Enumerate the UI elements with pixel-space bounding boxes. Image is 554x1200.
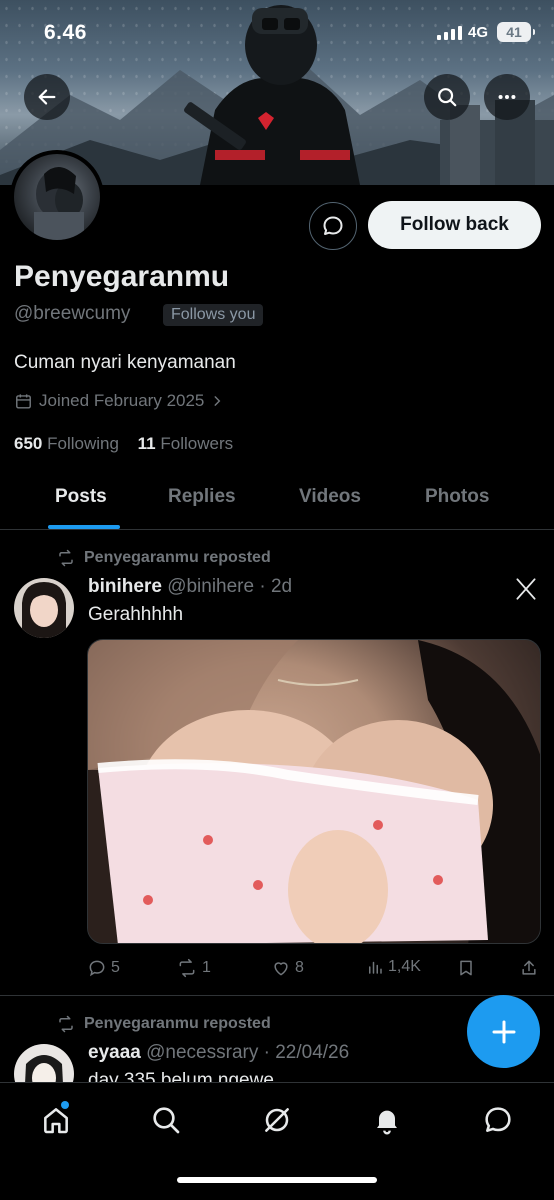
followers-label: Followers <box>160 434 234 453</box>
media-photo <box>88 640 540 943</box>
reply-button[interactable]: 5 <box>87 958 120 978</box>
tab-videos[interactable]: Videos <box>299 486 361 508</box>
repost-icon <box>59 549 73 567</box>
profile-bio: Cuman nyari kenyamanan <box>14 352 236 373</box>
followers-stat[interactable]: 11 Followers <box>138 434 233 453</box>
search-button[interactable] <box>424 74 470 120</box>
following-stat[interactable]: 650 Following <box>14 434 119 453</box>
arrow-left-icon <box>38 89 56 105</box>
status-time: 6.46 <box>44 21 87 44</box>
repost-button[interactable]: 1 <box>176 958 211 978</box>
tab-replies[interactable]: Replies <box>168 486 236 508</box>
post-author-name[interactable]: eyaaa <box>88 1042 141 1063</box>
view-count: 1,4K <box>388 958 421 975</box>
post-author-name[interactable]: binihere <box>88 576 162 597</box>
status-bar: 6.46 4G 41 <box>0 0 554 64</box>
home-icon <box>44 1108 68 1134</box>
post-media-image[interactable] <box>87 639 541 944</box>
post-divider <box>0 995 554 996</box>
messages-icon <box>485 1107 511 1132</box>
profile-handle: @breewcumy <box>14 303 131 324</box>
repost-label: Penyegaranmu reposted <box>84 1015 271 1032</box>
like-button[interactable]: 8 <box>271 958 304 978</box>
profile-avatar[interactable] <box>10 150 104 244</box>
plus-icon <box>492 1020 515 1043</box>
compose-post-button[interactable] <box>467 995 540 1068</box>
repost-label: Penyegaranmu reposted <box>84 549 271 566</box>
active-tab-indicator <box>48 525 120 529</box>
like-count: 8 <box>295 959 304 976</box>
notification-dot <box>61 1101 69 1109</box>
battery-icon: 41 <box>497 22 535 42</box>
post-actions: 5 1 8 1,4K <box>87 958 541 982</box>
nav-messages[interactable] <box>478 1100 518 1140</box>
search-icon <box>438 88 457 107</box>
home-indicator <box>177 1177 377 1183</box>
tab-photos[interactable]: Photos <box>425 486 489 508</box>
message-button[interactable] <box>309 202 357 250</box>
repost-icon <box>59 1015 73 1033</box>
follows-you-badge: Follows you <box>163 304 264 326</box>
grok-icon[interactable] <box>513 576 539 602</box>
following-count: 650 <box>14 434 43 453</box>
nav-home[interactable] <box>36 1100 76 1140</box>
post-text: Gerahhhhh <box>88 604 184 625</box>
chevron-right-icon <box>214 396 221 406</box>
post-header: binihere @binihere · 2d <box>88 576 292 598</box>
joined-date[interactable]: Joined February 2025 <box>14 391 224 411</box>
post-meta: @binihere · 2d <box>167 576 293 597</box>
repost-indicator[interactable]: Penyegaranmu reposted <box>56 549 271 567</box>
reply-count: 5 <box>111 959 120 976</box>
repost-count: 1 <box>202 959 211 976</box>
post-meta: @necessrary · 22/04/26 <box>146 1042 350 1063</box>
share-button[interactable] <box>519 958 539 978</box>
profile-display-name: Penyegaranmu <box>14 260 230 293</box>
views-button[interactable]: 1,4K <box>366 958 421 976</box>
message-bubble-icon <box>323 216 343 235</box>
repost-icon <box>179 958 195 978</box>
following-label: Following <box>47 434 119 453</box>
joined-label: Joined February 2025 <box>39 391 205 410</box>
analytics-icon <box>369 961 382 974</box>
network-type: 4G <box>468 24 489 41</box>
bookmark-button[interactable] <box>456 958 476 978</box>
notifications-icon <box>377 1110 397 1135</box>
grok-icon <box>265 1108 289 1132</box>
tab-posts[interactable]: Posts <box>55 486 107 508</box>
heart-icon <box>274 962 288 976</box>
post-author-avatar[interactable] <box>14 578 74 638</box>
share-icon <box>522 960 536 975</box>
nav-notifications[interactable] <box>367 1100 407 1140</box>
repost-indicator[interactable]: Penyegaranmu reposted <box>56 1015 271 1033</box>
profile-tabs: Posts Replies Videos Photos <box>0 470 554 530</box>
back-button[interactable] <box>24 74 70 120</box>
bookmark-icon <box>460 960 472 976</box>
nav-search[interactable] <box>146 1100 186 1140</box>
followers-count: 11 <box>137 434 156 453</box>
avatar-photo <box>34 166 84 240</box>
more-button[interactable] <box>484 74 530 120</box>
follow-stats: 650 Following 11 Followers <box>14 434 233 454</box>
post-header: eyaaa @necessrary · 22/04/26 <box>88 1042 349 1064</box>
reply-icon <box>89 960 105 977</box>
follow-back-button[interactable]: Follow back <box>368 201 541 249</box>
more-horizontal-icon <box>498 94 516 100</box>
search-icon <box>153 1107 180 1134</box>
cellular-signal-icon <box>437 26 462 40</box>
nav-grok[interactable] <box>257 1100 297 1140</box>
calendar-icon <box>16 393 31 409</box>
avatar-photo <box>22 582 66 638</box>
